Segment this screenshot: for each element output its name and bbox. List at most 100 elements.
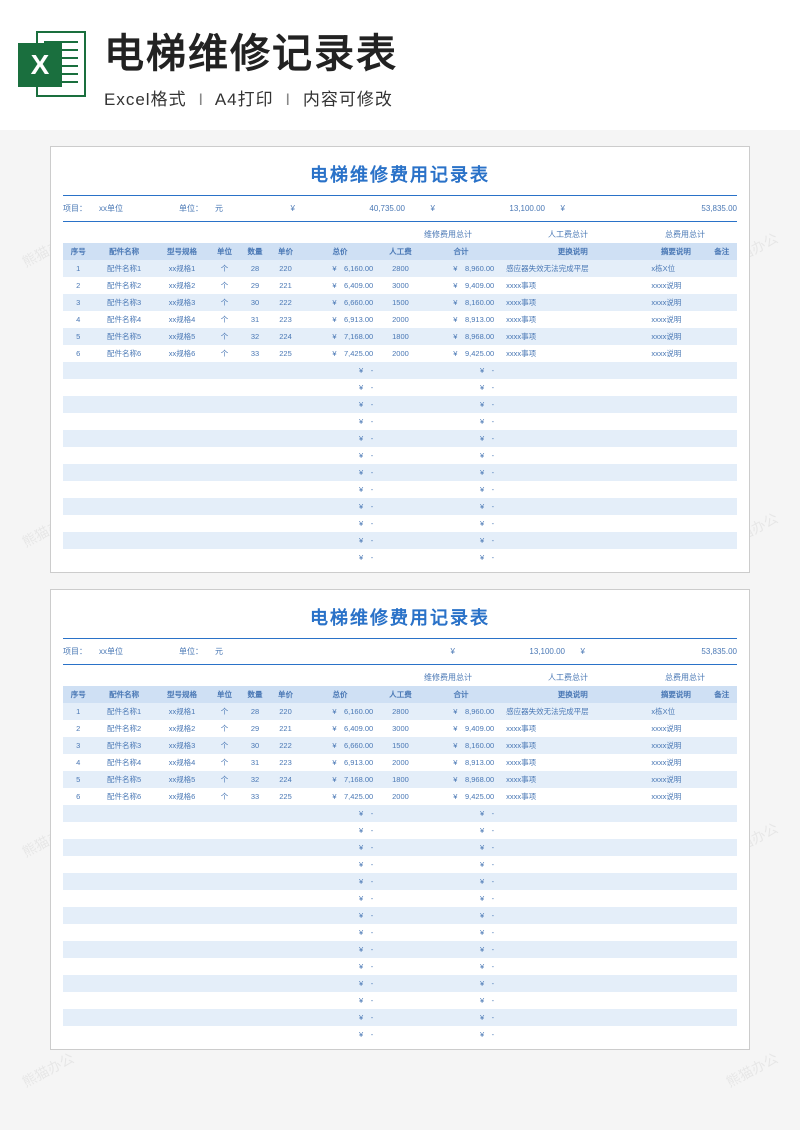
cell (63, 413, 93, 430)
cell (63, 958, 93, 975)
cell (270, 1009, 300, 1026)
cell (706, 447, 737, 464)
cell (645, 839, 706, 856)
cell (379, 413, 422, 430)
currency-icon: ¥ (545, 204, 565, 213)
table-row-empty: ¥ -¥ - (63, 447, 737, 464)
divider (63, 664, 737, 665)
cell: ¥ - (422, 805, 500, 822)
table-row-empty: ¥ -¥ - (63, 362, 737, 379)
cell (63, 1026, 93, 1043)
cell (209, 481, 239, 498)
cell (706, 464, 737, 481)
separator-icon: I (198, 90, 204, 109)
cell (155, 396, 210, 413)
cell (500, 975, 645, 992)
cell (240, 873, 270, 890)
cell: ¥ - (301, 873, 379, 890)
cell: xxxx事项 (500, 720, 645, 737)
cell (209, 924, 239, 941)
project-label: 项目： (63, 646, 99, 657)
cell (240, 413, 270, 430)
cell: ¥ 6,660.00 (301, 294, 379, 311)
cell: ¥ - (301, 924, 379, 941)
cell (209, 464, 239, 481)
cell (63, 1009, 93, 1026)
cell: ¥ - (301, 822, 379, 839)
cell: xx规格1 (155, 260, 210, 277)
table-row-empty: ¥ -¥ - (63, 498, 737, 515)
cell (379, 549, 422, 566)
currency-icon: ¥ (275, 204, 295, 213)
repair-total-value: 40,735.00 (295, 204, 405, 213)
cell (379, 481, 422, 498)
cell: ¥ - (422, 362, 500, 379)
cell: xx规格1 (155, 703, 210, 720)
cell: 感应器失效无法完成平层 (500, 703, 645, 720)
cell: xxxx事项 (500, 788, 645, 805)
cell (706, 379, 737, 396)
cell: xxxx说明 (645, 771, 706, 788)
cell (93, 379, 154, 396)
cell (500, 532, 645, 549)
cell: ¥ 9,425.00 (422, 788, 500, 805)
cell: ¥ 8,913.00 (422, 754, 500, 771)
cell (645, 447, 706, 464)
cell (63, 941, 93, 958)
table-row-empty: ¥ -¥ - (63, 873, 737, 890)
cell: ¥ 6,660.00 (301, 737, 379, 754)
cell (270, 958, 300, 975)
cell (379, 992, 422, 1009)
cell (240, 464, 270, 481)
unit-label: 单位： (179, 203, 215, 214)
table-row-empty: ¥ -¥ - (63, 992, 737, 1009)
cell (706, 345, 737, 362)
cell (645, 1009, 706, 1026)
cell: 2800 (379, 703, 422, 720)
cell (63, 924, 93, 941)
cell: ¥ - (422, 941, 500, 958)
cell: 29 (240, 720, 270, 737)
cell: 1800 (379, 328, 422, 345)
cell (63, 481, 93, 498)
banner-text: 电梯维修记录表 Excel格式 I A4打印 I 内容可修改 (104, 21, 782, 110)
currency-icon: ¥ (425, 647, 455, 656)
cell (63, 975, 93, 992)
cell (93, 447, 154, 464)
document-page-upper: 电梯维修费用记录表 项目： xx单位 单位： 元 ¥ 40,735.00 ¥ 1… (50, 146, 750, 573)
cell (93, 907, 154, 924)
cell (500, 839, 645, 856)
cell (706, 771, 737, 788)
cell (240, 1009, 270, 1026)
cell (379, 958, 422, 975)
cell: x栋X位 (645, 260, 706, 277)
cell: 配件名称6 (93, 345, 154, 362)
cell: 配件名称5 (93, 328, 154, 345)
cell: ¥ - (422, 498, 500, 515)
table-row-empty: ¥ -¥ - (63, 481, 737, 498)
cell: 223 (270, 754, 300, 771)
cell (270, 805, 300, 822)
cell: xx规格2 (155, 277, 210, 294)
cell: 配件名称1 (93, 260, 154, 277)
cell (645, 379, 706, 396)
cell (645, 975, 706, 992)
cell (270, 430, 300, 447)
cell (155, 447, 210, 464)
sheet-title: 电梯维修费用记录表 (63, 161, 737, 191)
unit-label: 单位： (179, 646, 215, 657)
cell (240, 396, 270, 413)
cell (645, 362, 706, 379)
cell: 3 (63, 737, 93, 754)
cell: ¥ - (301, 549, 379, 566)
table-row: 6配件名称6xx规格6个33225¥ 7,425.002000¥ 9,425.0… (63, 345, 737, 362)
banner: X 电梯维修记录表 Excel格式 I A4打印 I 内容可修改 (0, 0, 800, 130)
cell: 配件名称3 (93, 737, 154, 754)
cell: 感应器失效无法完成平层 (500, 260, 645, 277)
cell (209, 805, 239, 822)
cell (500, 822, 645, 839)
cell (379, 464, 422, 481)
sum-labels-row: 维修费用总计 人工费总计 总费用总计 (63, 226, 737, 243)
cell (706, 720, 737, 737)
divider (63, 195, 737, 196)
